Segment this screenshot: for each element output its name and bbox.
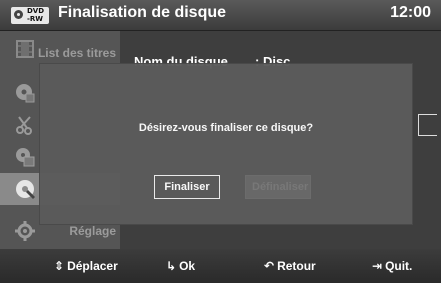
hint-quit-label: Quit. <box>385 259 413 273</box>
finalize-dialog: Désirez-vous finaliser ce disque? Finali… <box>40 64 412 224</box>
exit-icon: ⇥ <box>372 259 383 273</box>
badge-top-text: DVD <box>27 7 45 15</box>
disc-icon <box>14 10 23 19</box>
hint-back: ↶ Retour <box>264 259 316 273</box>
page-title: Finalisation de disque <box>58 4 227 21</box>
return-arrow-icon: ↶ <box>264 259 275 273</box>
enter-icon: ↳ <box>166 259 177 273</box>
disc-manager-icon <box>16 180 35 199</box>
sidebar-item-title-list[interactable]: List des titres <box>0 33 120 65</box>
footer-bar: ⇕ Déplacer ↳ Ok ↶ Retour ⇥ Quit. <box>0 249 441 283</box>
dvd-rw-badge: DVD -RW <box>11 7 49 24</box>
scissors-icon <box>16 116 32 135</box>
dvd-recorder-screen: DVD -RW Finalisation de disque 12:00 Lis… <box>0 0 441 283</box>
hint-move: ⇕ Déplacer <box>54 259 118 273</box>
copy-icon <box>16 148 35 167</box>
updown-arrow-icon: ⇕ <box>54 259 65 273</box>
clock: 12:00 <box>390 4 431 21</box>
hint-quit: ⇥ Quit. <box>372 259 412 273</box>
hint-ok-label: Ok <box>179 259 196 273</box>
unfinalize-button: Définaliser <box>245 175 311 199</box>
hint-back-label: Retour <box>277 259 316 273</box>
sidebar-item-label: Réglage <box>69 224 116 238</box>
hint-move-label: Déplacer <box>67 259 118 273</box>
hint-ok: ↳ Ok <box>166 259 195 273</box>
gear-icon <box>15 221 35 241</box>
finalize-button[interactable]: Finaliser <box>154 175 220 199</box>
badge-bottom-text: -RW <box>27 15 44 23</box>
sidebar-item-label: List des titres <box>37 46 116 60</box>
background-field-box <box>418 114 437 136</box>
edit-disc-icon <box>16 84 35 103</box>
header-bar: DVD -RW Finalisation de disque 12:00 <box>0 0 441 31</box>
dialog-message: Désirez-vous finaliser ce disque? <box>138 122 314 134</box>
